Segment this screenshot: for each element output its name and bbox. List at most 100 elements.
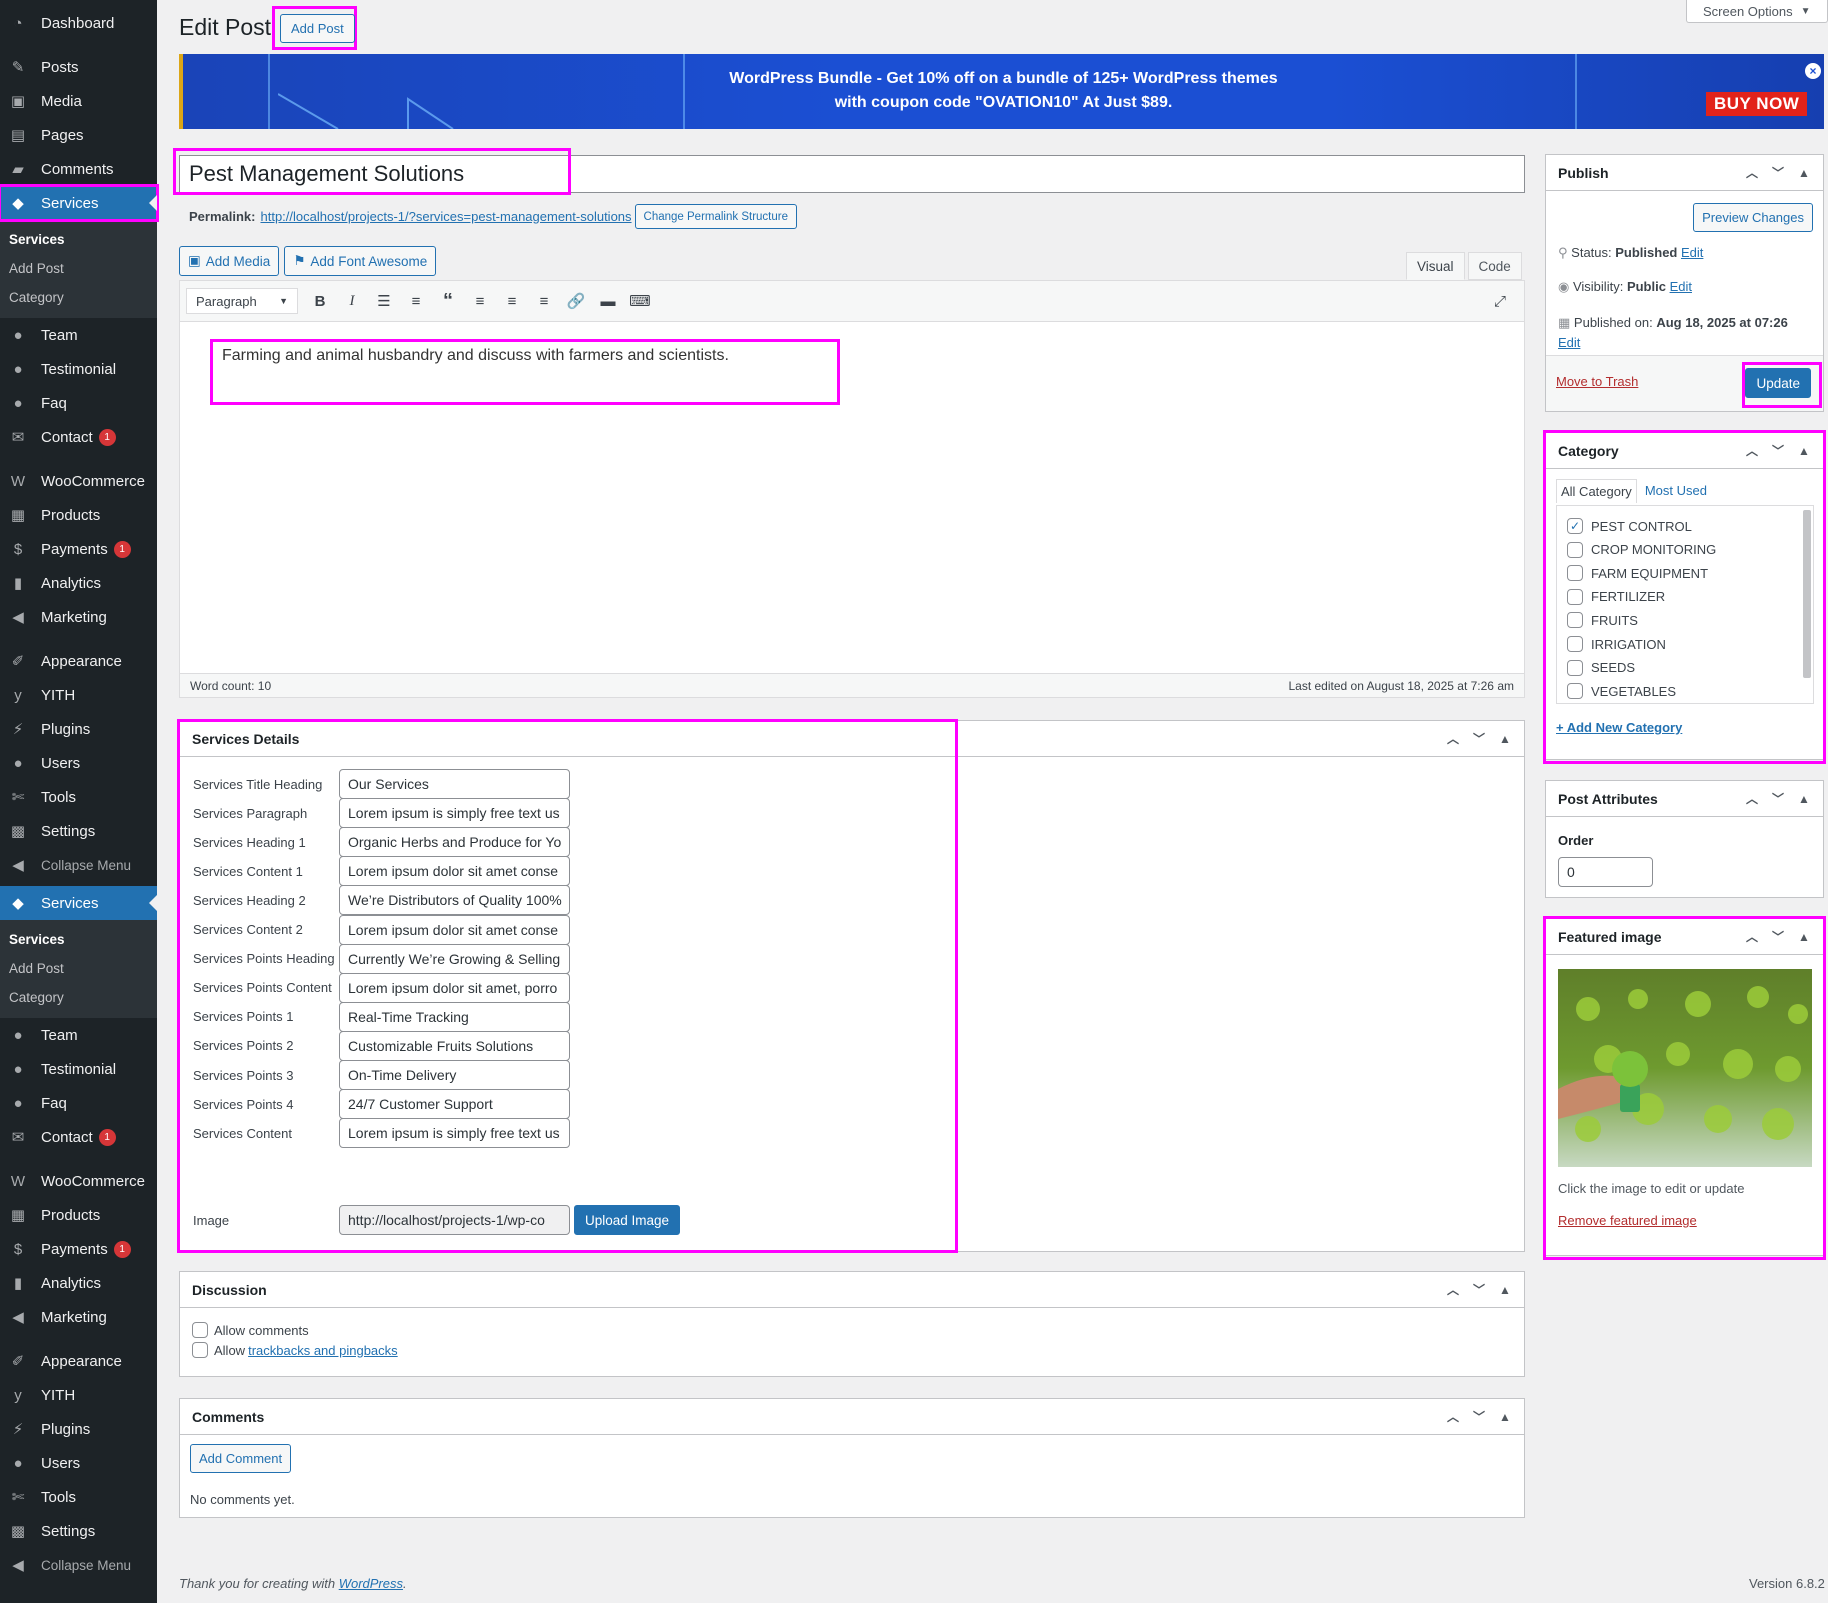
sidebar-item-team[interactable]: ● Team xyxy=(0,1018,157,1052)
read-more-icon[interactable]: ▬ xyxy=(592,287,624,315)
sidebar-item-media[interactable]: ▣ Media xyxy=(0,84,157,118)
sidebar-item-analytics[interactable]: ▮ Analytics xyxy=(0,566,157,600)
align-left-icon[interactable]: ≡ xyxy=(464,287,496,315)
sidebar-item-yith[interactable]: y YITH xyxy=(0,678,157,712)
format-select[interactable]: Paragraph ▼ xyxy=(186,288,298,314)
sidebar-item-marketing[interactable]: ◀ Marketing xyxy=(0,1300,157,1334)
numbered-list-icon[interactable]: ≡ xyxy=(400,287,432,315)
sidebar-item-testimonial[interactable]: ● Testimonial xyxy=(0,1052,157,1086)
sidebar-item-contact[interactable]: ✉ Contact 1 xyxy=(0,1120,157,1154)
add-media-button[interactable]: ▣ Add Media xyxy=(179,246,280,276)
align-center-icon[interactable]: ≡ xyxy=(496,287,528,315)
sidebar-item-products[interactable]: ▦ Products xyxy=(0,1198,157,1232)
permalink-link[interactable]: http://localhost/projects-1/?services=pe… xyxy=(260,209,631,224)
chevron-down-icon[interactable]: ﹀ xyxy=(1470,1281,1488,1298)
add-media-label: Add Media xyxy=(205,253,271,269)
sidebar-item-yith[interactable]: y YITH xyxy=(0,1378,157,1412)
sidebar-item-faq[interactable]: ● Faq xyxy=(0,386,157,420)
toggle-arrow-icon[interactable]: ▲ xyxy=(1795,166,1813,180)
sidebar-item-tools[interactable]: ✄ Tools xyxy=(0,1480,157,1514)
toggle-arrow-icon[interactable]: ▲ xyxy=(1496,1410,1514,1424)
submenu-add-post[interactable]: Add Post xyxy=(0,954,157,983)
chevron-up-icon[interactable]: ︿ xyxy=(1743,164,1761,181)
close-icon[interactable]: × xyxy=(1805,63,1821,79)
sidebar-item-pages[interactable]: ▤ Pages xyxy=(0,118,157,152)
blockquote-icon[interactable]: “ xyxy=(432,287,464,315)
italic-icon[interactable]: I xyxy=(336,287,368,315)
collapse-menu-button[interactable]: ◀ Collapse Menu xyxy=(0,848,157,882)
submenu-services[interactable]: Services xyxy=(0,225,157,254)
chevron-down-icon[interactable]: ﹀ xyxy=(1769,164,1787,181)
tab-code[interactable]: Code xyxy=(1467,252,1522,280)
sidebar-item-appearance[interactable]: ✐ Appearance xyxy=(0,1344,157,1378)
sidebar-item-services[interactable]: ◆ Services xyxy=(0,184,159,222)
sidebar-item-users[interactable]: ● Users xyxy=(0,746,157,780)
allow-trackbacks-checkbox[interactable] xyxy=(192,1342,208,1358)
bullet-list-icon[interactable]: ☰ xyxy=(368,287,400,315)
screen-options-button[interactable]: Screen Options ▼ xyxy=(1686,0,1828,23)
add-comment-button[interactable]: Add Comment xyxy=(190,1444,292,1473)
allow-comments-row[interactable]: Allow comments xyxy=(192,1322,309,1338)
chevron-down-icon[interactable]: ﹀ xyxy=(1470,730,1488,747)
add-post-button[interactable]: Add Post xyxy=(280,14,355,43)
toolbar-toggle-icon[interactable]: ⌨ xyxy=(624,287,656,315)
edit-visibility-link[interactable]: Edit xyxy=(1670,279,1692,294)
submenu-services[interactable]: Services xyxy=(0,925,157,954)
sidebar-item-analytics[interactable]: ▮ Analytics xyxy=(0,1266,157,1300)
chevron-down-icon[interactable]: ﹀ xyxy=(1769,790,1787,807)
megaphone-icon: ◀ xyxy=(12,609,24,626)
sidebar-item-products[interactable]: ▦ Products xyxy=(0,498,157,532)
chevron-up-icon[interactable]: ︿ xyxy=(1743,790,1761,807)
chevron-up-icon[interactable]: ︿ xyxy=(1444,1281,1462,1298)
sidebar-item-faq[interactable]: ● Faq xyxy=(0,1086,157,1120)
bold-icon[interactable]: B xyxy=(304,287,336,315)
change-permalink-button[interactable]: Change Permalink Structure xyxy=(634,204,797,229)
preview-changes-button[interactable]: Preview Changes xyxy=(1693,203,1813,232)
collapse-menu-button[interactable]: ◀ Collapse Menu xyxy=(0,1548,157,1582)
align-right-icon[interactable]: ≡ xyxy=(528,287,560,315)
sidebar-item-posts[interactable]: ✎ Posts xyxy=(0,50,157,84)
sidebar-item-services[interactable]: ◆ Services xyxy=(0,886,157,920)
tab-visual[interactable]: Visual xyxy=(1406,252,1465,280)
sidebar-item-users[interactable]: ● Users xyxy=(0,1446,157,1480)
sidebar-item-appearance[interactable]: ✐ Appearance xyxy=(0,644,157,678)
submenu-add-post[interactable]: Add Post xyxy=(0,254,157,283)
sidebar-item-comments[interactable]: ▰ Comments xyxy=(0,152,157,186)
chevron-up-icon[interactable]: ︿ xyxy=(1444,1408,1462,1425)
link-icon[interactable]: 🔗 xyxy=(560,287,592,315)
sidebar-item-plugins[interactable]: ⚡ Plugins xyxy=(0,1412,157,1446)
sidebar-item-settings[interactable]: ▩ Settings xyxy=(0,1514,157,1548)
sidebar-item-woocommerce[interactable]: W WooCommerce xyxy=(0,1164,157,1198)
edit-date-link[interactable]: Edit xyxy=(1558,335,1580,350)
sidebar-item-woocommerce[interactable]: W WooCommerce xyxy=(0,464,157,498)
allow-comments-checkbox[interactable] xyxy=(192,1322,208,1338)
fullscreen-icon[interactable]: ⤢ xyxy=(1484,287,1516,315)
sidebar-item-dashboard[interactable]: ◔ Dashboard xyxy=(0,6,157,40)
chevron-down-icon[interactable]: ﹀ xyxy=(1470,1408,1488,1425)
sidebar-item-plugins[interactable]: ⚡ Plugins xyxy=(0,712,157,746)
chart-icon: ▮ xyxy=(13,1275,23,1292)
promo-banner[interactable]: WordPress Bundle - Get 10% off on a bund… xyxy=(179,54,1824,129)
allow-trackbacks-row[interactable]: Allow trackbacks and pingbacks xyxy=(192,1342,398,1358)
sidebar-item-testimonial[interactable]: ● Testimonial xyxy=(0,352,157,386)
sidebar-item-team[interactable]: ● Team xyxy=(0,318,157,352)
buy-now-button[interactable]: BUY NOW xyxy=(1706,92,1808,116)
sidebar-item-settings[interactable]: ▩ Settings xyxy=(0,814,157,848)
move-to-trash-link[interactable]: Move to Trash xyxy=(1556,374,1638,389)
edit-status-link[interactable]: Edit xyxy=(1681,245,1703,260)
chevron-up-icon[interactable]: ︿ xyxy=(1444,730,1462,747)
wordpress-link[interactable]: WordPress xyxy=(339,1576,403,1591)
submenu-category[interactable]: Category xyxy=(0,283,157,312)
sidebar-item-marketing[interactable]: ◀ Marketing xyxy=(0,600,157,634)
submenu-category[interactable]: Category xyxy=(0,983,157,1012)
toggle-arrow-icon[interactable]: ▲ xyxy=(1795,792,1813,806)
sidebar-item-payments[interactable]: $ Payments 1 xyxy=(0,1232,157,1266)
add-font-awesome-button[interactable]: ⚑ Add Font Awesome xyxy=(284,246,437,276)
toggle-arrow-icon[interactable]: ▲ xyxy=(1496,1283,1514,1297)
sidebar-item-payments[interactable]: $ Payments 1 xyxy=(0,532,157,566)
order-input[interactable]: 0 xyxy=(1558,857,1653,887)
toggle-arrow-icon[interactable]: ▲ xyxy=(1496,732,1514,746)
trackbacks-link[interactable]: trackbacks and pingbacks xyxy=(248,1343,398,1358)
sidebar-item-contact[interactable]: ✉ Contact 1 xyxy=(0,420,157,454)
sidebar-item-tools[interactable]: ✄ Tools xyxy=(0,780,157,814)
